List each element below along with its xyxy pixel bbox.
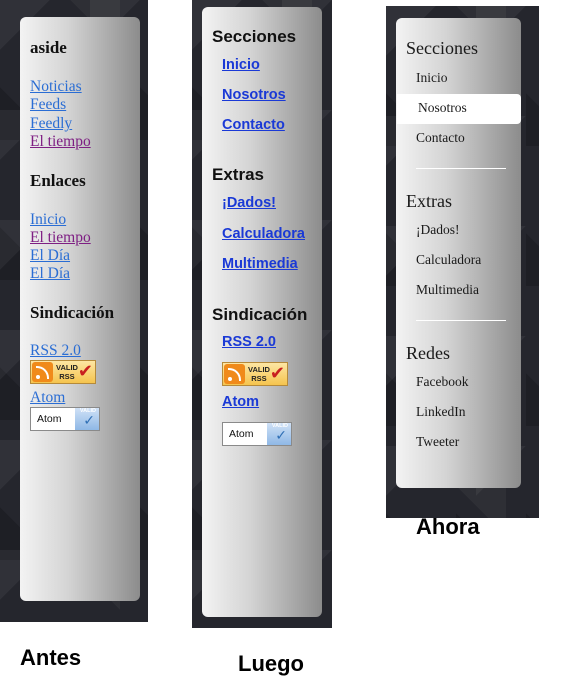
antes-link-el-tiempo[interactable]: El tiempo [30, 133, 91, 151]
luego-heading-sindicacion: Sindicación [212, 305, 308, 324]
ahora-item-linkedin[interactable]: LinkedIn [416, 404, 466, 420]
ahora-item-dados[interactable]: ¡Dados! [416, 222, 460, 238]
luego-link-atom[interactable]: Atom [222, 394, 259, 410]
luego-heading-extras: Extras [212, 165, 264, 184]
ahora-frame: Secciones Inicio Nosotros Contacto Extra… [386, 6, 539, 518]
checkmark-icon: ✔ [269, 363, 285, 384]
caption-luego: Luego [238, 651, 304, 676]
ahora-heading-secciones: Secciones [406, 38, 478, 58]
antes-link-el-dia-2[interactable]: El Día [30, 265, 70, 283]
luego-link-multimedia[interactable]: Multimedia [222, 256, 298, 272]
ahora-item-contacto[interactable]: Contacto [416, 130, 465, 146]
antes-link-el-tiempo-2[interactable]: El tiempo [30, 229, 91, 247]
antes-valid-rss-badge[interactable]: VALID RSS ✔ [30, 360, 96, 384]
luego-rss-badge-text: VALID RSS [248, 365, 270, 383]
antes-link-noticias[interactable]: Noticias [30, 78, 82, 96]
ahora-heading-redes: Redes [406, 343, 450, 363]
antes-rss-badge-text: VALID RSS [56, 363, 78, 381]
ahora-separator-2 [416, 320, 506, 321]
ahora-item-facebook[interactable]: Facebook [416, 374, 468, 390]
antes-atom-badge-text: Atom [37, 413, 62, 425]
rss-icon [224, 364, 245, 384]
antes-heading-sindicacion: Sindicación [30, 303, 115, 322]
luego-valid-atom-badge[interactable]: Atom VALID ✓ [222, 422, 292, 446]
rss-icon [32, 362, 53, 382]
antes-link-atom[interactable]: Atom [30, 389, 65, 407]
luego-link-inicio[interactable]: Inicio [222, 57, 260, 73]
checkmark-icon: ✔ [77, 361, 93, 382]
luego-link-calculadora[interactable]: Calculadora [222, 226, 305, 242]
antes-valid-atom-badge[interactable]: Atom VALID ✓ [30, 407, 100, 431]
checkmark-icon: ✓ [83, 413, 95, 429]
ahora-item-inicio[interactable]: Inicio [416, 70, 448, 86]
ahora-item-nosotros-selected[interactable]: Nosotros [418, 100, 467, 116]
ahora-item-multimedia[interactable]: Multimedia [416, 282, 479, 298]
luego-link-dados[interactable]: ¡Dados! [222, 195, 276, 211]
ahora-item-tweeter[interactable]: Tweeter [416, 434, 459, 450]
antes-heading-aside: aside [30, 38, 67, 57]
caption-antes: Antes [20, 645, 82, 670]
ahora-separator-1 [416, 168, 506, 169]
antes-link-rss[interactable]: RSS 2.0 [30, 342, 81, 360]
luego-frame: Secciones Inicio Nosotros Contacto Extra… [192, 0, 332, 628]
luego-link-nosotros[interactable]: Nosotros [222, 87, 286, 103]
antes-link-el-dia[interactable]: El Día [30, 247, 70, 265]
caption-ahora: Ahora [416, 514, 480, 539]
antes-frame: aside Noticias Feeds Feedly El tiempo En… [0, 0, 148, 622]
antes-heading-enlaces: Enlaces [30, 171, 86, 190]
antes-link-inicio[interactable]: Inicio [30, 211, 66, 229]
antes-link-feedly[interactable]: Feedly [30, 115, 72, 133]
luego-link-contacto[interactable]: Contacto [222, 117, 285, 133]
checkmark-icon: ✓ [275, 428, 287, 444]
luego-valid-rss-badge[interactable]: VALID RSS ✔ [222, 362, 288, 386]
luego-heading-secciones: Secciones [212, 27, 297, 46]
antes-link-feeds[interactable]: Feeds [30, 96, 66, 114]
ahora-heading-extras: Extras [406, 191, 452, 211]
luego-link-rss[interactable]: RSS 2.0 [222, 334, 276, 350]
ahora-item-calculadora[interactable]: Calculadora [416, 252, 481, 268]
luego-atom-badge-text: Atom [229, 428, 254, 440]
